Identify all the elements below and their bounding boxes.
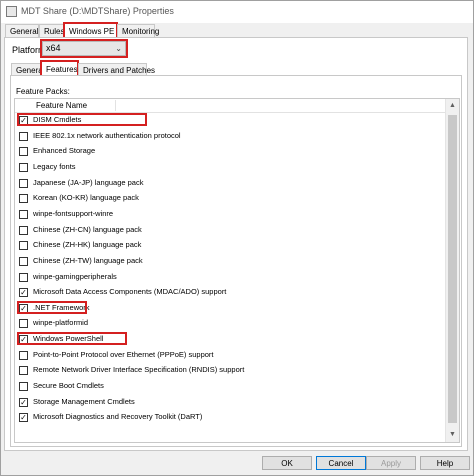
- feature-row[interactable]: ✓ .NET Framework: [17, 300, 437, 316]
- feature-label: Chinese (ZH-HK) language pack: [33, 240, 142, 250]
- feature-label: Chinese (ZH-CN) language pack: [33, 224, 142, 234]
- feature-row[interactable]: Japanese (JA-JP) language pack: [17, 176, 437, 191]
- highlight-box: [17, 300, 87, 314]
- feature-label: Storage Management Cmdlets: [33, 396, 135, 406]
- tab-rules[interactable]: Rules: [39, 24, 65, 37]
- scroll-down-arrow-icon[interactable]: ▼: [446, 428, 459, 442]
- platform-select[interactable]: x64 ⌄: [40, 39, 128, 58]
- feature-row[interactable]: IEEE 802.1x network authentication proto…: [17, 129, 437, 144]
- feature-label: winpe-platformid: [33, 318, 89, 328]
- vertical-scrollbar[interactable]: ▲ ▼: [445, 99, 459, 442]
- checkbox-unchecked[interactable]: [19, 366, 28, 376]
- feature-row[interactable]: ✓ DISM Cmdlets: [17, 113, 437, 128]
- subtab-features[interactable]: Features: [40, 60, 79, 77]
- feature-row[interactable]: Enhanced Storage: [17, 144, 437, 159]
- feature-label: Microsoft Diagnostics and Recovery Toolk…: [33, 412, 203, 422]
- feature-label: winpe-gamingperipherals: [33, 271, 117, 281]
- feature-label: winpe-fontsupport-winre: [33, 208, 114, 218]
- tab-windows-pe[interactable]: Windows PE: [63, 22, 118, 39]
- feature-label: Korean (KO-KR) language pack: [33, 193, 139, 203]
- highlight-box: [17, 332, 127, 346]
- feature-label: Microsoft Data Access Components (MDAC/A…: [33, 287, 227, 297]
- feature-row[interactable]: winpe-platformid: [17, 316, 437, 331]
- feature-label: IEEE 802.1x network authentication proto…: [33, 130, 181, 140]
- checkbox-unchecked[interactable]: [19, 194, 28, 204]
- title-bar: MDT Share (D:\MDTShare) Properties: [1, 1, 473, 23]
- scroll-up-arrow-icon[interactable]: ▲: [446, 99, 459, 113]
- scroll-thumb[interactable]: [448, 115, 457, 423]
- checkbox-checked[interactable]: ✓: [19, 397, 28, 407]
- checkbox-checked[interactable]: ✓: [19, 413, 28, 423]
- checkbox-unchecked[interactable]: [19, 225, 28, 235]
- platform-value: x64: [46, 43, 61, 53]
- feature-row[interactable]: winpe-gamingperipherals: [17, 270, 437, 285]
- column-header-feature-name[interactable]: Feature Name: [36, 101, 87, 110]
- feature-label: Japanese (JA-JP) language pack: [33, 177, 144, 187]
- feature-row[interactable]: Legacy fonts: [17, 160, 437, 175]
- feature-row[interactable]: ✓ Windows PowerShell: [17, 332, 437, 347]
- window-title: MDT Share (D:\MDTShare) Properties: [21, 6, 174, 16]
- feature-row[interactable]: Chinese (ZH-TW) language pack: [17, 254, 437, 269]
- feature-label: Legacy fonts: [33, 161, 76, 171]
- checkbox-unchecked[interactable]: [19, 256, 28, 266]
- feature-label: Remote Network Driver Interface Specific…: [33, 365, 245, 375]
- feature-row[interactable]: Remote Network Driver Interface Specific…: [17, 363, 437, 378]
- window-icon: [6, 6, 17, 17]
- checkbox-checked[interactable]: ✓: [19, 288, 28, 298]
- help-button[interactable]: Help: [420, 456, 470, 470]
- feature-label: Enhanced Storage: [33, 146, 96, 156]
- feature-row[interactable]: ✓ Storage Management Cmdlets: [17, 395, 437, 410]
- checkbox-unchecked[interactable]: [19, 162, 28, 172]
- ok-button[interactable]: OK: [262, 456, 312, 470]
- highlight-box: [17, 113, 147, 126]
- feature-label: Point-to-Point Protocol over Ethernet (P…: [33, 349, 214, 359]
- feature-row[interactable]: Korean (KO-KR) language pack: [17, 191, 437, 206]
- checkbox-unchecked[interactable]: [19, 147, 28, 157]
- feature-row[interactable]: ✓ Microsoft Diagnostics and Recovery Tool…: [17, 410, 437, 425]
- list-header: Feature Name: [15, 99, 445, 113]
- feature-row[interactable]: Secure Boot Cmdlets: [17, 379, 437, 394]
- checkbox-unchecked[interactable]: [19, 350, 28, 360]
- checkbox-unchecked[interactable]: [19, 319, 28, 329]
- feature-row[interactable]: winpe-fontsupport-winre: [17, 207, 437, 222]
- chevron-down-icon: ⌄: [115, 44, 122, 53]
- feature-packs-label: Feature Packs:: [16, 87, 70, 96]
- checkbox-unchecked[interactable]: [19, 272, 28, 282]
- feature-list: Feature Name ✓ DISM Cmdlets IEEE 802.1x ne…: [14, 98, 460, 443]
- platform-label: Platform: [12, 45, 46, 55]
- apply-button[interactable]: Apply: [366, 456, 416, 470]
- checkbox-unchecked[interactable]: [19, 241, 28, 251]
- feature-row[interactable]: Point-to-Point Protocol over Ethernet (P…: [17, 348, 437, 363]
- feature-label: Secure Boot Cmdlets: [33, 381, 104, 391]
- feature-label: Chinese (ZH-TW) language pack: [33, 255, 143, 265]
- cancel-button[interactable]: Cancel: [316, 456, 366, 470]
- feature-row[interactable]: Chinese (ZH-CN) language pack: [17, 223, 437, 238]
- column-separator: [115, 100, 116, 111]
- checkbox-unchecked[interactable]: [19, 382, 28, 392]
- checkbox-unchecked[interactable]: [19, 209, 28, 219]
- feature-row[interactable]: ✓ Microsoft Data Access Components (MDAC/…: [17, 285, 437, 300]
- tab-general[interactable]: General: [5, 24, 39, 37]
- tab-monitoring[interactable]: Monitoring: [117, 24, 159, 37]
- checkbox-unchecked[interactable]: [19, 178, 28, 188]
- checkbox-unchecked[interactable]: [19, 131, 28, 141]
- feature-row[interactable]: Chinese (ZH-HK) language pack: [17, 238, 437, 253]
